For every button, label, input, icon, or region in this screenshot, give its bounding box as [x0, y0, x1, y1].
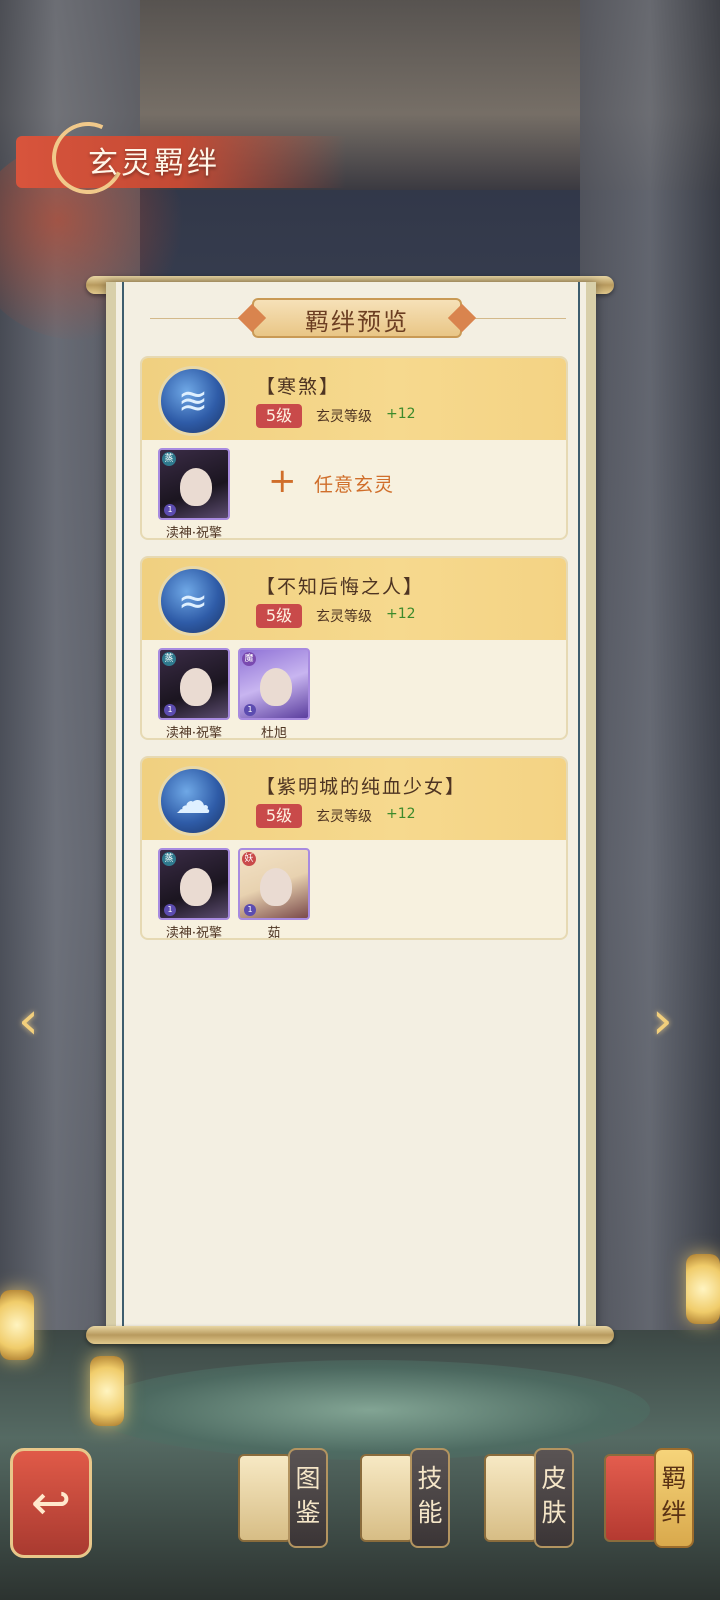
robe-icon [484, 1454, 538, 1542]
lantern-icon [686, 1254, 720, 1324]
nav-tab-bonds[interactable]: 羁绊 [604, 1448, 714, 1548]
member-name: 渎神·祝擎 [165, 526, 223, 540]
portrait [260, 668, 292, 706]
star-level: 1 [164, 704, 176, 716]
nav-label: 羁绊 [661, 1464, 687, 1527]
pond-decoration [90, 1360, 650, 1460]
faction-badge: 妖 [242, 852, 256, 866]
level-bonus: +12 [386, 606, 416, 622]
panel-title: 羁绊预览 [305, 308, 409, 336]
nav-label: 图鉴 [295, 1464, 321, 1527]
bond-card[interactable]: ≋ 【寒煞】 5级 玄灵等级 +12 蒸 1 渎神·祝擎 + 任意玄灵 [140, 356, 568, 540]
nav-tab-codex[interactable]: 图鉴 [238, 1448, 348, 1548]
portrait [180, 668, 212, 706]
faction-badge: 魔 [242, 652, 256, 666]
nav-tab-skills[interactable]: 技能 [360, 1448, 470, 1548]
level-badge: 5级 [256, 804, 302, 828]
portrait [180, 468, 212, 506]
level-bonus: +12 [386, 806, 416, 822]
level-bonus: +12 [386, 406, 416, 422]
wave-swirl-icon[interactable]: ≈ [158, 566, 228, 636]
bond-card[interactable]: ≈ 【不知后悔之人】 5级 玄灵等级 +12 蒸 1 渎神·祝擎 魔 1 杜旭 [140, 556, 568, 740]
plus-icon: + [268, 461, 297, 501]
level-label: 玄灵等级 [316, 409, 372, 425]
star-level: 1 [164, 504, 176, 516]
member-name: 渎神·祝擎 [165, 926, 223, 940]
member-avatar[interactable]: 妖 1 [238, 848, 310, 920]
level-label: 玄灵等级 [316, 809, 372, 825]
member-avatar[interactable]: 蒸 1 [158, 848, 230, 920]
star-level: 1 [164, 904, 176, 916]
previous-arrow-icon[interactable]: ‹ [18, 995, 68, 1047]
star-level: 1 [244, 704, 256, 716]
right-curtain-decoration [580, 0, 720, 1350]
member-avatar[interactable]: 魔 1 [238, 648, 310, 720]
member-avatar[interactable]: 蒸 1 [158, 448, 230, 520]
portrait [180, 868, 212, 906]
faction-badge: 蒸 [162, 852, 176, 866]
nav-tab-skins[interactable]: 皮肤 [484, 1448, 594, 1548]
bond-name: 【不知后悔之人】 [256, 576, 425, 598]
member-name: 茹 [267, 926, 281, 940]
member-name: 杜旭 [260, 726, 287, 740]
lantern-icon [0, 1290, 34, 1360]
bond-scroll-icon [604, 1454, 658, 1542]
faction-badge: 蒸 [162, 452, 176, 466]
faction-badge: 蒸 [162, 652, 176, 666]
star-level: 1 [244, 904, 256, 916]
bond-name: 【寒煞】 [256, 376, 341, 398]
divider [150, 318, 244, 319]
lantern-icon [90, 1356, 124, 1426]
back-button[interactable]: ↩ [10, 1448, 92, 1558]
any-spirit-label: 任意玄灵 [314, 474, 395, 496]
member-name: 渎神·祝擎 [165, 726, 223, 740]
nav-label: 皮肤 [541, 1464, 567, 1527]
scroll-bottom-rod [86, 1326, 614, 1344]
divider [472, 318, 566, 319]
page-title: 玄灵羁绊 [88, 146, 220, 181]
member-avatar[interactable]: 蒸 1 [158, 648, 230, 720]
sword-icon [360, 1454, 414, 1542]
bond-card[interactable]: ☁ 【紫明城的纯血少女】 5级 玄灵等级 +12 蒸 1 渎神·祝擎 妖 1 茹 [140, 756, 568, 940]
level-badge: 5级 [256, 404, 302, 428]
nav-label: 技能 [417, 1464, 443, 1527]
next-arrow-icon[interactable]: › [652, 995, 702, 1047]
cloud-swirl-icon[interactable]: ☁ [158, 766, 228, 836]
level-badge: 5级 [256, 604, 302, 628]
wind-swirl-icon[interactable]: ≋ [158, 366, 228, 436]
bond-name: 【紫明城的纯血少女】 [256, 776, 467, 798]
book-icon [238, 1454, 292, 1542]
back-arrow-icon: ↩ [30, 1475, 72, 1531]
portrait [260, 868, 292, 906]
level-label: 玄灵等级 [316, 609, 372, 625]
